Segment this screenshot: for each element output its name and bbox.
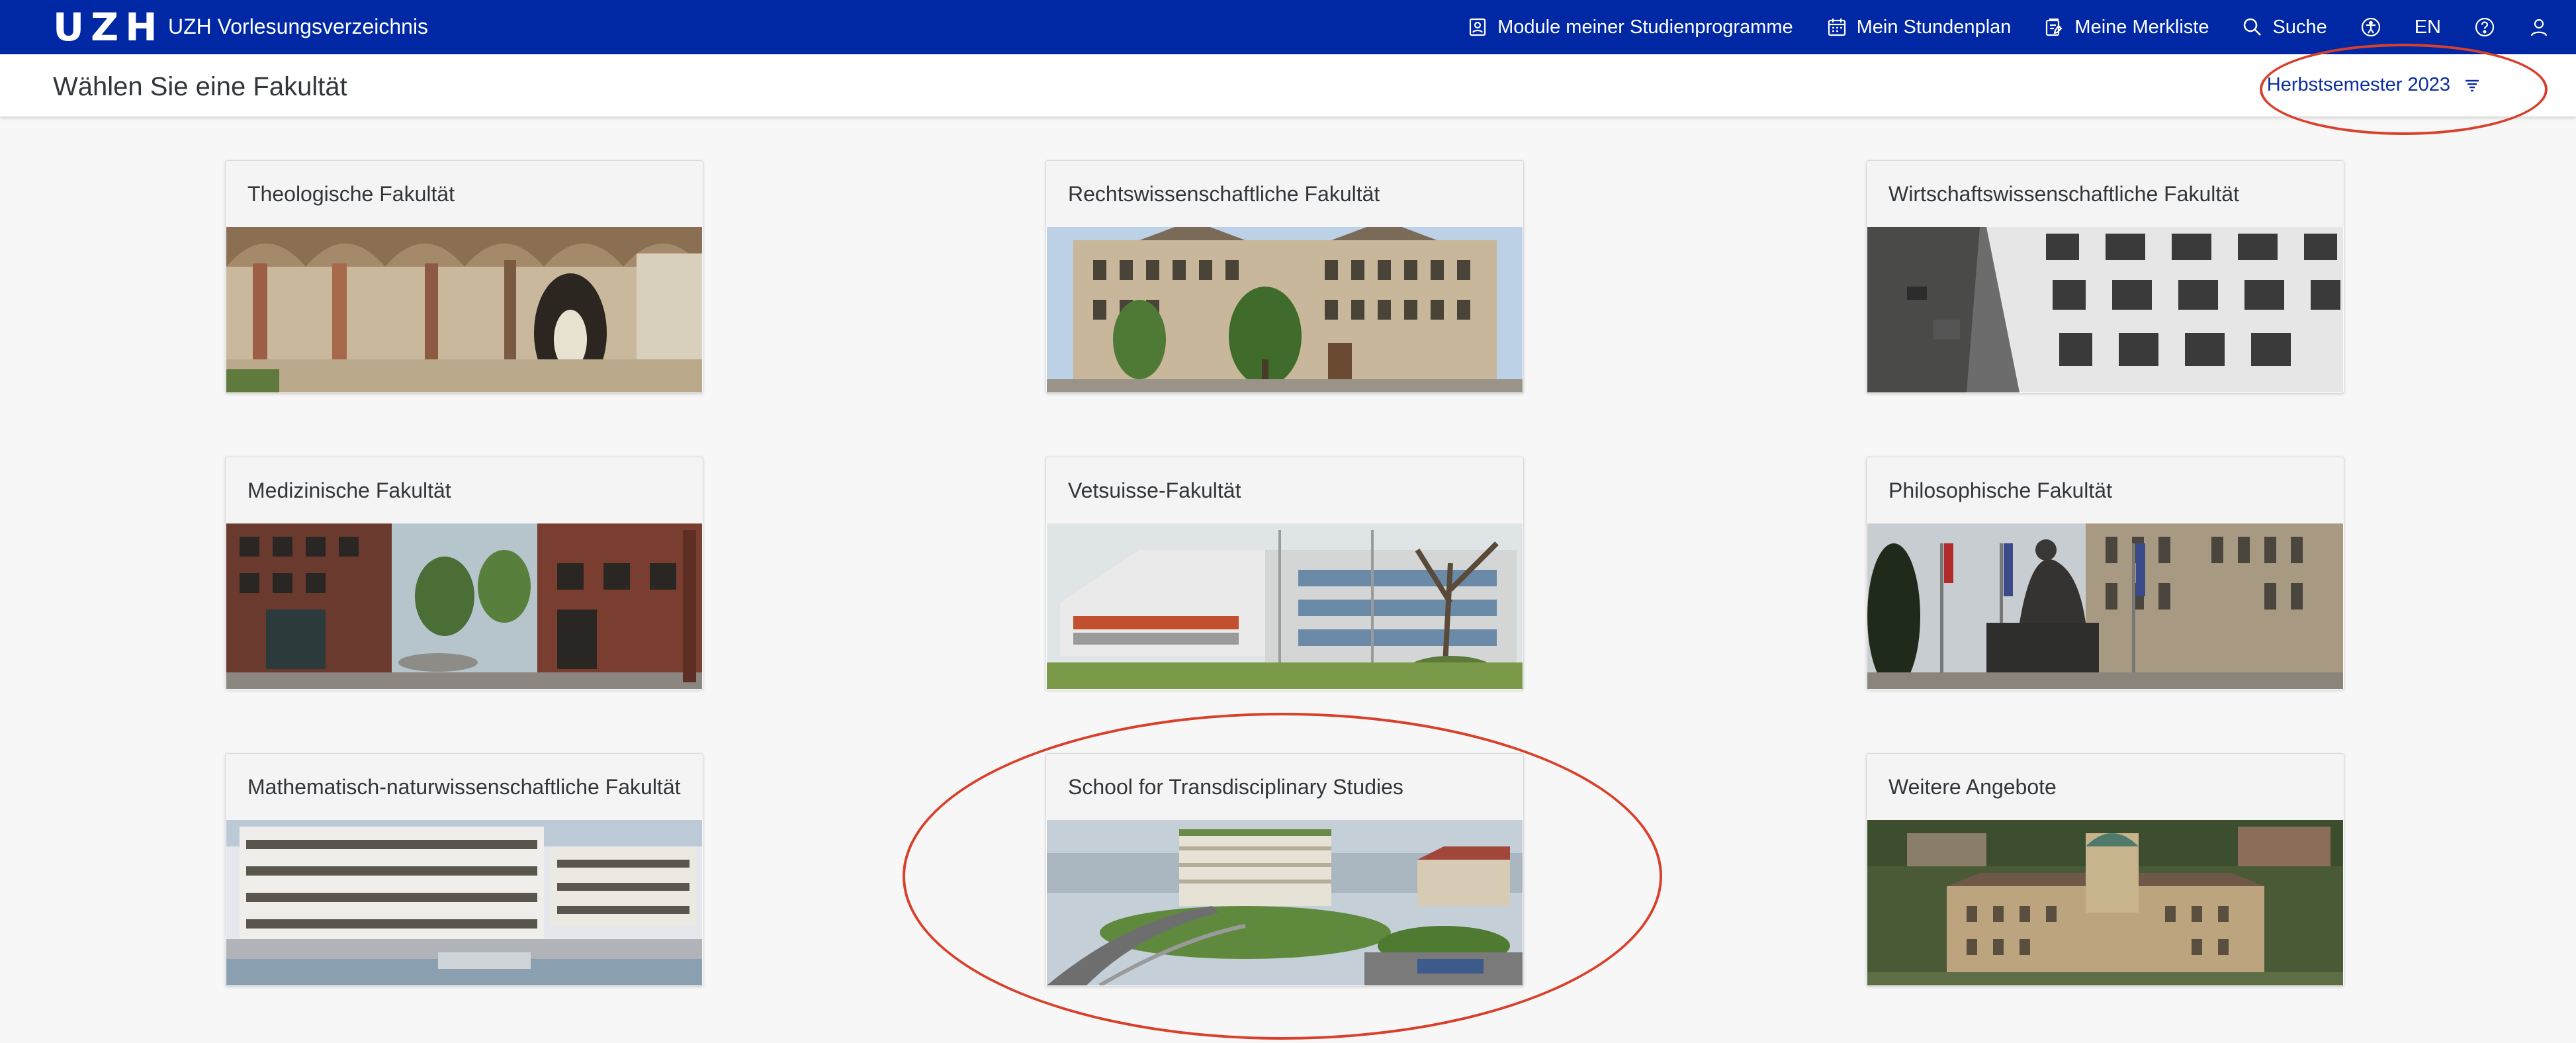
faculty-card-further-offers[interactable]: Weitere Angebote: [1866, 753, 2344, 987]
id-card-icon: [1470, 18, 1486, 36]
card-header: Theologische Fakultät: [226, 161, 703, 227]
faculty-image-cloister: [226, 227, 702, 392]
card-header: Wirtschaftswissenschaftliche Fakultät: [1867, 161, 2344, 227]
transdisciplinary-highlight-annotation: [903, 713, 1662, 1040]
card-header: Medizinische Fakultät: [226, 457, 703, 523]
nav-watchlist-button[interactable]: Meine Merkliste: [2044, 17, 2209, 38]
faculty-image-economics-building: [1867, 227, 2343, 392]
faculty-image-law-building: [1047, 227, 1523, 392]
faculty-image-medicine-courtyard: [226, 523, 702, 689]
card-title: Vetsuisse-Fakultät: [1068, 478, 1241, 502]
card-header: Vetsuisse-Fakultät: [1046, 457, 1523, 523]
faculty-card-economics[interactable]: Wirtschaftswissenschaftliche Fakultät: [1866, 160, 2344, 394]
card-title: Philosophische Fakultät: [1888, 478, 2112, 502]
accessibility-icon: [2361, 17, 2380, 37]
nav-schedule-label: Mein Stundenplan: [1856, 16, 2012, 38]
faculty-image-irchel-campus: [226, 820, 702, 985]
uzh-logo[interactable]: UZH: [53, 5, 164, 49]
card-header: Mathematisch-naturwissenschaftliche Faku…: [226, 754, 703, 820]
faculty-card-law[interactable]: Rechtswissenschaftliche Fakultät: [1045, 160, 1524, 394]
semester-highlight-annotation: [2260, 44, 2548, 135]
user-icon: [2530, 19, 2548, 36]
faculty-card-medicine[interactable]: Medizinische Fakultät: [225, 457, 703, 690]
card-header: Rechtswissenschaftliche Fakultät: [1046, 161, 1523, 227]
nav-search-label: Suche: [2272, 16, 2327, 38]
language-switch[interactable]: EN: [2415, 17, 2441, 38]
faculty-image-main-building-statue: [1867, 523, 2343, 689]
card-title: Weitere Angebote: [1888, 775, 2057, 799]
calendar-icon: [1828, 19, 1845, 36]
help-button[interactable]: [2474, 17, 2495, 38]
faculty-image-aerial-view: [1867, 820, 2343, 985]
search-icon: [2244, 18, 2262, 36]
help-icon: [2475, 17, 2495, 37]
nav-watchlist-label: Meine Merkliste: [2074, 16, 2209, 38]
faculty-card-vetsuisse[interactable]: Vetsuisse-Fakultät: [1045, 457, 1524, 690]
accessibility-button[interactable]: [2360, 17, 2381, 38]
card-header: Weitere Angebote: [1867, 754, 2344, 820]
app-title[interactable]: UZH Vorlesungsverzeichnis: [168, 13, 428, 40]
language-label: EN: [2414, 16, 2441, 38]
faculty-card-theology[interactable]: Theologische Fakultät: [225, 160, 703, 394]
top-bar: UZH UZH Vorlesungsverzeichnis Module mei…: [0, 0, 2576, 54]
nav-schedule-button[interactable]: Mein Stundenplan: [1826, 16, 2012, 38]
card-title: Medizinische Fakultät: [247, 478, 451, 502]
nav-modules-button[interactable]: Module meiner Studienprogramme: [1467, 17, 1793, 38]
card-title: Rechtswissenschaftliche Fakultät: [1068, 182, 1380, 206]
nav-search-button[interactable]: Suche: [2242, 17, 2327, 38]
card-title: Theologische Fakultät: [247, 182, 455, 206]
watchlist-icon: [2046, 18, 2063, 36]
faculty-card-science[interactable]: Mathematisch-naturwissenschaftliche Faku…: [225, 753, 703, 987]
page-header: Wählen Sie eine Fakultät Herbstsemester …: [0, 54, 2576, 117]
page-title: Wählen Sie eine Fakultät: [53, 72, 347, 101]
card-header: Philosophische Fakultät: [1867, 457, 2344, 523]
faculty-image-vetsuisse-building: [1047, 523, 1523, 689]
card-title: Wirtschaftswissenschaftliche Fakultät: [1888, 182, 2239, 206]
card-title: Mathematisch-naturwissenschaftliche Faku…: [247, 775, 681, 799]
nav-modules-label: Module meiner Studienprogramme: [1497, 16, 1793, 38]
faculty-card-philosophy[interactable]: Philosophische Fakultät: [1866, 457, 2344, 690]
user-button[interactable]: [2528, 17, 2550, 38]
